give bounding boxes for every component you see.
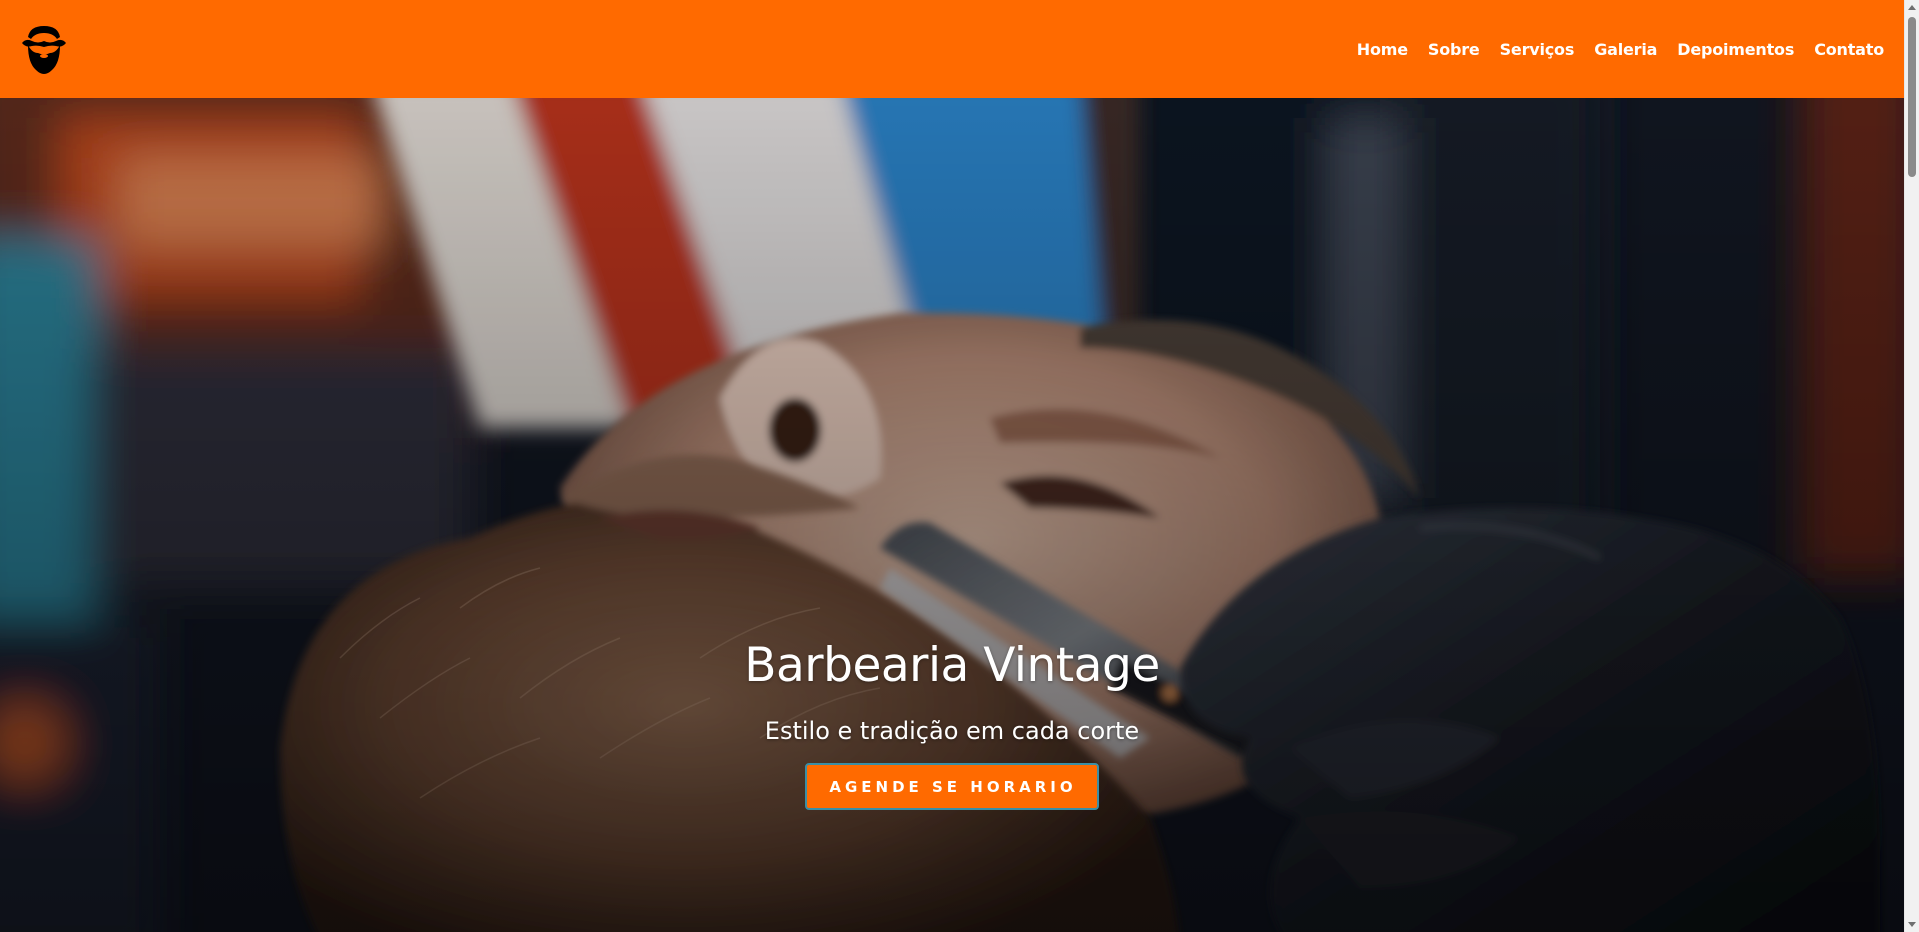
hero-section: Barbearia Vintage Estilo e tradição em c…: [0, 98, 1904, 932]
nav-galeria[interactable]: Galeria: [1594, 40, 1657, 59]
page: Home Sobre Serviços Galeria Depoimentos …: [0, 0, 1919, 932]
nav-home[interactable]: Home: [1357, 40, 1408, 59]
hero-title: Barbearia Vintage: [744, 638, 1160, 693]
site-header: Home Sobre Serviços Galeria Depoimentos …: [0, 0, 1904, 98]
book-appointment-button[interactable]: AGENDE SE HORARIO: [805, 763, 1099, 810]
nav-sobre[interactable]: Sobre: [1428, 40, 1480, 59]
hero-content: Barbearia Vintage Estilo e tradição em c…: [0, 638, 1904, 810]
scroll-up-icon[interactable]: [1908, 5, 1916, 10]
nav-servicos[interactable]: Serviços: [1500, 40, 1575, 59]
scroll-thumb[interactable]: [1908, 17, 1916, 177]
nav-contato[interactable]: Contato: [1814, 40, 1884, 59]
scroll-down-icon[interactable]: [1908, 922, 1916, 927]
main-nav: Home Sobre Serviços Galeria Depoimentos …: [1357, 40, 1884, 59]
logo[interactable]: [18, 21, 70, 77]
bearded-man-icon: [22, 26, 66, 74]
page-scrollbar[interactable]: [1904, 0, 1919, 932]
hero-subtitle: Estilo e tradição em cada corte: [764, 717, 1140, 745]
nav-depoimentos[interactable]: Depoimentos: [1677, 40, 1794, 59]
